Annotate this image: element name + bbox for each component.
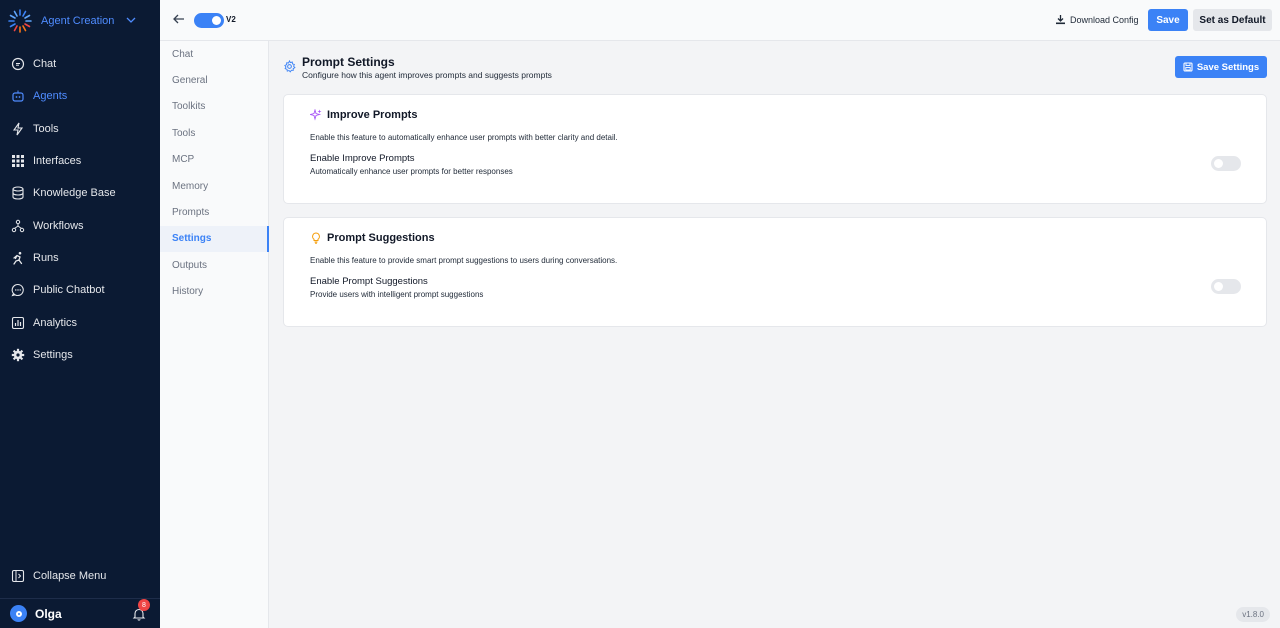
brand-logo-icon (8, 9, 32, 33)
page-subtitle: Configure how this agent improves prompt… (302, 70, 552, 80)
card-description: Enable this feature to automatically enh… (310, 133, 618, 142)
brand-switcher[interactable]: Agent Creation (0, 0, 160, 42)
page-title: Prompt Settings (302, 55, 395, 69)
save-settings-label: Save Settings (1196, 61, 1260, 73)
sidebar-collapse-icon (11, 569, 25, 583)
tab-tools[interactable]: Tools (160, 120, 268, 146)
sidebar-item-label: Tools (33, 122, 59, 135)
prompt-suggestions-toggle[interactable] (1211, 279, 1241, 294)
improve-prompts-toggle[interactable] (1211, 156, 1241, 171)
grid-icon (11, 154, 25, 168)
chat-bubble-icon (11, 57, 25, 71)
tab-history[interactable]: History (160, 279, 268, 305)
tab-general[interactable]: General (160, 67, 268, 93)
sidebar-item-label: Agents (33, 90, 68, 103)
sidebar-item-analytics[interactable]: Analytics (0, 306, 160, 338)
sidebar-item-label: Public Chatbot (33, 284, 105, 297)
option-sublabel: Automatically enhance user prompts for b… (310, 167, 513, 176)
sidebar-item-tools[interactable]: Tools (0, 113, 160, 145)
sidebar-item-label: Runs (33, 251, 59, 264)
sidebar-item-label: Settings (33, 348, 73, 361)
sidebar-item-knowledge-base[interactable]: Knowledge Base (0, 177, 160, 209)
tab-outputs[interactable]: Outputs (160, 252, 268, 278)
download-config-label: Download Config (1070, 14, 1139, 25)
brand-name: Agent Creation (41, 15, 115, 27)
collapse-menu-button[interactable]: Collapse Menu (0, 563, 160, 589)
running-person-icon (11, 251, 25, 265)
option-label: Enable Prompt Suggestions (310, 276, 428, 287)
tab-chat[interactable]: Chat (160, 41, 268, 67)
sidebar-item-label: Chat (33, 58, 57, 71)
notification-badge: 8 (138, 599, 150, 611)
tab-prompts[interactable]: Prompts (160, 199, 268, 225)
database-icon (11, 186, 25, 200)
chevron-down-icon (126, 15, 136, 28)
tab-memory[interactable]: Memory (160, 173, 268, 199)
app-version-badge: v1.8.0 (1236, 607, 1270, 622)
card-title: Prompt Suggestions (327, 232, 435, 244)
robot-icon (11, 89, 25, 103)
option-sublabel: Provide users with intelligent prompt su… (310, 290, 484, 299)
sidebar-nav: Chat Agents Tools Interfaces Knowledge B… (0, 48, 160, 371)
download-icon (1056, 15, 1065, 25)
sidebar-item-runs[interactable]: Runs (0, 242, 160, 274)
set-as-default-button[interactable]: Set as Default (1193, 9, 1272, 31)
save-settings-button[interactable]: Save Settings (1175, 56, 1267, 78)
collapse-menu-label: Collapse Menu (33, 570, 107, 582)
card-title: Improve Prompts (327, 109, 418, 121)
agent-section-nav: Chat General Toolkits Tools MCP Memory P… (160, 41, 269, 628)
version-toggle[interactable] (194, 13, 224, 28)
user-profile[interactable]: Olga 8 (0, 598, 160, 628)
sidebar-item-agents[interactable]: Agents (0, 80, 160, 112)
lightning-icon (11, 122, 25, 136)
gear-icon (11, 348, 25, 362)
sidebar-item-settings[interactable]: Settings (0, 339, 160, 371)
chat-dots-icon (11, 283, 25, 297)
back-arrow-icon[interactable] (172, 12, 186, 26)
user-name: Olga (35, 606, 62, 621)
sidebar-item-workflows[interactable]: Workflows (0, 209, 160, 241)
lightbulb-icon (312, 232, 320, 244)
avatar (10, 605, 27, 622)
sidebar-item-label: Analytics (33, 316, 78, 329)
prompt-suggestions-card: Prompt Suggestions Enable this feature t… (283, 217, 1267, 327)
version-toggle-label: V2 (226, 15, 236, 24)
bar-chart-icon (11, 316, 25, 330)
workflow-icon (11, 219, 25, 233)
download-config-button[interactable]: Download Config (1055, 14, 1139, 25)
sidebar-item-label: Knowledge Base (33, 187, 116, 200)
tab-toolkits[interactable]: Toolkits (160, 94, 268, 120)
save-button[interactable]: Save (1148, 9, 1188, 31)
top-bar: V2 Download Config Save Set as Default (160, 0, 1280, 41)
sidebar-item-label: Workflows (33, 219, 84, 232)
tab-settings[interactable]: Settings (160, 225, 269, 253)
sidebar-item-label: Interfaces (33, 155, 82, 168)
improve-prompts-card: Improve Prompts Enable this feature to a… (283, 94, 1267, 204)
option-label: Enable Improve Prompts (310, 153, 415, 164)
main-content: Prompt Settings Configure how this agent… (269, 41, 1280, 628)
sidebar-item-public-chatbot[interactable]: Public Chatbot (0, 274, 160, 306)
card-description: Enable this feature to provide smart pro… (310, 256, 618, 265)
main-sidebar: Agent Creation Chat Agents Tools Interfa… (0, 0, 160, 628)
sidebar-item-interfaces[interactable]: Interfaces (0, 145, 160, 177)
tab-mcp[interactable]: MCP (160, 147, 268, 173)
save-disk-icon (1183, 62, 1193, 72)
sidebar-item-chat[interactable]: Chat (0, 48, 160, 80)
sparkles-icon (310, 109, 322, 121)
settings-gear-icon (284, 60, 296, 73)
